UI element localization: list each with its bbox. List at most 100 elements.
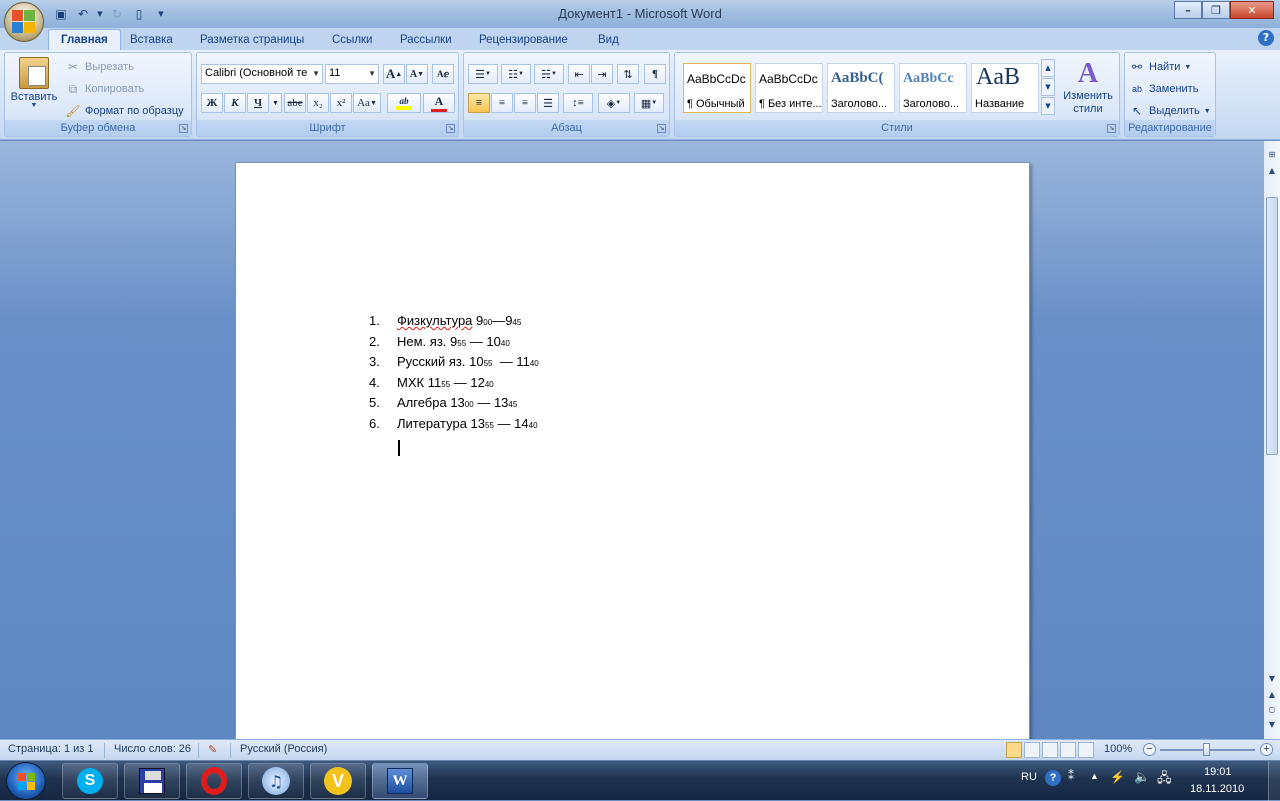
list-item[interactable]: 4. МХК 11 55 — 12 40 <box>369 375 539 396</box>
shading-button[interactable]: ◈ ▼ <box>598 93 630 113</box>
chevron-up-icon[interactable]: ▲ <box>1041 59 1055 77</box>
line-spacing-button[interactable]: ↕≡ <box>563 93 593 113</box>
browse-object-icon[interactable]: ○ <box>1266 704 1278 716</box>
tab-insert[interactable]: Вставка <box>118 29 185 50</box>
show-desktop-button[interactable] <box>1268 761 1280 801</box>
list-item[interactable]: 2. Нем. яз. 9 55 — 10 40 <box>369 334 539 355</box>
taskbar-floppy[interactable] <box>124 763 180 799</box>
format-painter-button[interactable]: 🖌 Формат по образцу <box>65 103 183 119</box>
taskbar-opera[interactable] <box>186 763 242 799</box>
tab-home[interactable]: Главная <box>48 29 121 50</box>
justify-button[interactable]: ☰ <box>537 93 559 113</box>
web-layout-icon[interactable] <box>1042 742 1058 758</box>
network-icon[interactable]: 🖧 <box>1157 769 1172 791</box>
tab-review[interactable]: Рецензирование <box>467 29 580 50</box>
borders-button[interactable]: ▦ ▼ <box>634 93 664 113</box>
power-icon[interactable]: ⚡ <box>1110 770 1125 784</box>
zoom-slider-knob[interactable] <box>1203 743 1210 756</box>
full-screen-reading-icon[interactable] <box>1024 742 1040 758</box>
tray-input-icon[interactable]: ⁑ <box>1068 769 1074 783</box>
page-count[interactable]: Страница: 1 из 1 <box>8 743 94 755</box>
font-color-button[interactable]: A <box>423 93 455 113</box>
style-heading-2[interactable]: AaBbCc Заголово... <box>899 63 967 113</box>
styles-launcher-icon[interactable]: ↘ <box>1107 124 1116 133</box>
print-layout-view-icon[interactable] <box>1006 742 1022 758</box>
font-launcher-icon[interactable]: ↘ <box>446 124 455 133</box>
tab-mailings[interactable]: Рассылки <box>388 29 464 50</box>
scroll-up-icon[interactable]: ▲ <box>1266 165 1278 177</box>
taskbar-itunes[interactable]: ♫ <box>248 763 304 799</box>
document-page[interactable]: 1. Физкультура 9 00—9 45 2. Нем. яз. 9 55 —… <box>235 162 1030 739</box>
document-area[interactable]: 1. Физкультура 9 00—9 45 2. Нем. яз. 9 55 —… <box>0 141 1264 739</box>
font-name-combo[interactable]: Calibri (Основной те ▼ <box>201 64 323 84</box>
superscript-button[interactable]: x² <box>330 93 352 113</box>
word-count[interactable]: Число слов: 26 <box>114 743 191 755</box>
proofing-icon[interactable]: ✎ <box>208 743 217 756</box>
clock-date[interactable]: 18.11.2010 <box>1190 783 1244 795</box>
help-button[interactable]: ? <box>1258 30 1274 46</box>
show-hidden-icons[interactable]: ▲ <box>1090 771 1099 781</box>
start-button[interactable] <box>6 762 46 800</box>
style-heading-1[interactable]: AaBbC( Заголово... <box>827 63 895 113</box>
vertical-scrollbar[interactable]: ⊞ ▲ ▼ ▲ ○ ▼ <box>1264 141 1280 739</box>
close-button[interactable]: ✕ <box>1230 1 1274 19</box>
multilevel-list-button[interactable]: ☵ ▼ <box>534 64 564 84</box>
taskbar-v-app[interactable]: V <box>310 763 366 799</box>
chevron-down-icon[interactable]: ▼ <box>1041 78 1055 96</box>
draft-view-icon[interactable] <box>1078 742 1094 758</box>
chevron-down-icon[interactable]: ▼ <box>270 93 282 113</box>
language-indicator[interactable]: Русский (Россия) <box>240 743 327 755</box>
clock-time[interactable]: 19:01 <box>1204 766 1232 778</box>
replace-button[interactable]: ab Заменить <box>1129 81 1198 97</box>
style-no-spacing[interactable]: AaBbCcDc ¶ Без инте... <box>755 63 823 113</box>
list-item[interactable]: 3. Русский яз. 10 55 — 11 40 <box>369 354 539 375</box>
bold-button[interactable]: Ж <box>201 93 223 113</box>
help-icon[interactable]: ? <box>1045 770 1061 786</box>
grow-font-button[interactable]: A ▲ <box>383 64 405 84</box>
show-formatting-button[interactable]: ¶ <box>644 64 666 84</box>
style-title[interactable]: AaB Название <box>971 63 1039 113</box>
restore-button[interactable]: ❐ <box>1202 1 1230 19</box>
ruler-toggle-icon[interactable]: ⊞ <box>1266 149 1278 161</box>
decrease-indent-button[interactable]: ⇤ <box>568 64 590 84</box>
list-item[interactable]: 5. Алгебра 13 00 — 13 45 <box>369 395 539 416</box>
change-styles-button[interactable]: A Изменить стили <box>1059 59 1117 116</box>
increase-indent-button[interactable]: ⇥ <box>591 64 613 84</box>
minimize-button[interactable]: – <box>1174 1 1202 19</box>
taskbar-skype[interactable]: S <box>62 763 118 799</box>
outline-view-icon[interactable] <box>1060 742 1076 758</box>
clear-format-button[interactable]: Aⅇ <box>432 64 454 84</box>
paste-button[interactable]: Вставить ▼ <box>9 57 59 109</box>
previous-page-icon[interactable]: ▲ <box>1266 689 1278 701</box>
underline-button[interactable]: Ч <box>247 93 269 113</box>
next-page-icon[interactable]: ▼ <box>1266 719 1278 731</box>
italic-button[interactable]: К <box>224 93 246 113</box>
tab-references[interactable]: Ссылки <box>320 29 385 50</box>
align-center-button[interactable]: ≡ <box>491 93 513 113</box>
language-switcher[interactable]: RU <box>1021 771 1037 783</box>
tab-page-layout[interactable]: Разметка страницы <box>188 29 316 50</box>
zoom-level[interactable]: 100% <box>1104 743 1132 755</box>
numbering-button[interactable]: ☷ ▼ <box>501 64 531 84</box>
styles-scroll[interactable]: ▲ ▼ ▼ <box>1041 59 1055 117</box>
subscript-button[interactable]: x₂ <box>307 93 329 113</box>
clipboard-launcher-icon[interactable]: ↘ <box>179 124 188 133</box>
style-normal[interactable]: AaBbCcDc ¶ Обычный <box>683 63 751 113</box>
office-button[interactable] <box>4 2 44 42</box>
copy-button[interactable]: ⧉ Копировать <box>65 81 145 97</box>
scroll-thumb[interactable] <box>1266 197 1278 455</box>
select-button[interactable]: ↖ Выделить ▼ <box>1129 103 1211 119</box>
list-item[interactable]: 6. Литература 13 55 — 14 40 <box>369 416 539 437</box>
zoom-in-button[interactable]: + <box>1260 743 1273 756</box>
paragraph-launcher-icon[interactable]: ↘ <box>657 124 666 133</box>
tab-view[interactable]: Вид <box>586 29 631 50</box>
font-size-combo[interactable]: 11 ▼ <box>325 64 379 84</box>
shrink-font-button[interactable]: A ▼ <box>406 64 428 84</box>
align-left-button[interactable]: ≡ <box>468 93 490 113</box>
bullets-button[interactable]: ☰ ▼ <box>468 64 498 84</box>
list-item[interactable]: 1. Физкультура 9 00—9 45 <box>369 313 539 334</box>
zoom-out-button[interactable]: − <box>1143 743 1156 756</box>
find-button[interactable]: ⚯ Найти ▼ <box>1129 59 1191 75</box>
highlight-button[interactable]: ab <box>387 93 421 113</box>
volume-icon[interactable]: 🔈 <box>1134 769 1150 785</box>
